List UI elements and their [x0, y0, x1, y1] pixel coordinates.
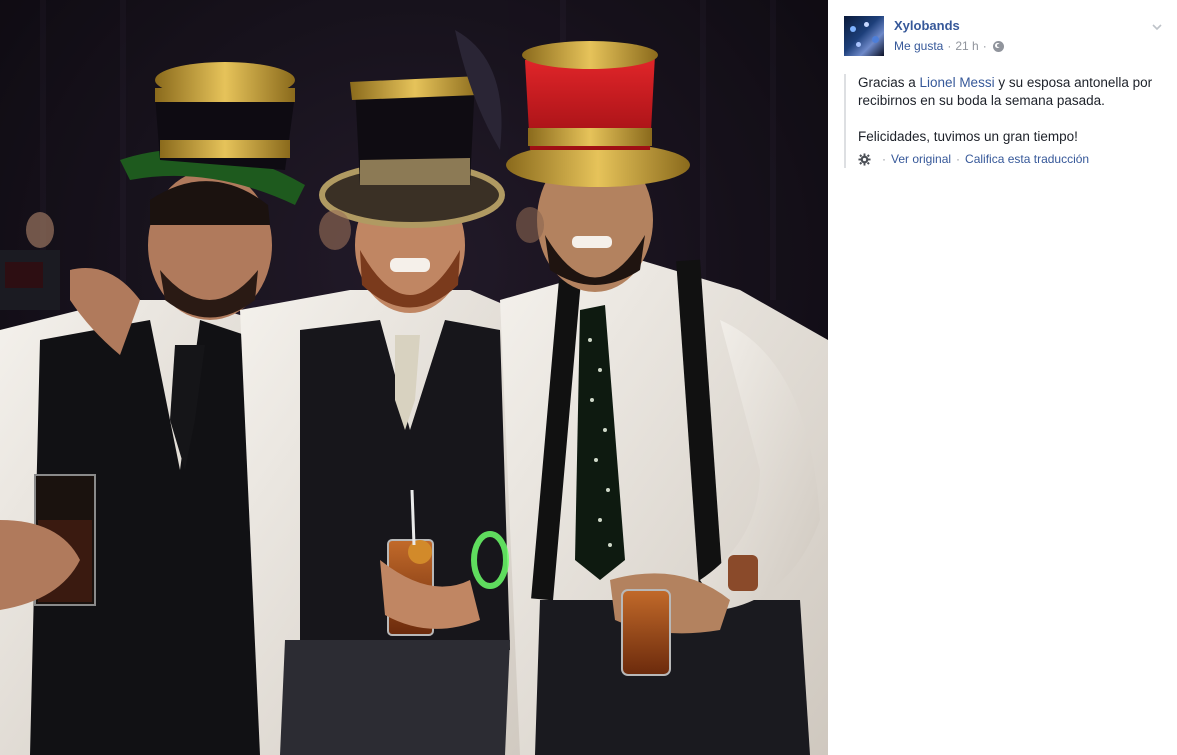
meta-separator: · [947, 39, 952, 53]
like-page-link[interactable]: Me gusta [894, 39, 943, 53]
globe-icon [992, 40, 1004, 52]
mention-link[interactable]: Lionel Messi [920, 75, 995, 90]
text-before-mention: Gracias a [858, 75, 920, 90]
post-paragraph-2: Felicidades, tuvimos un gran tiempo! [858, 129, 1078, 144]
translation-separator: · [956, 152, 961, 166]
post-side-panel: Xylobands Me gusta · 21 h · Gracias a Li… [828, 0, 1177, 755]
page-name-link[interactable]: Xylobands [894, 18, 960, 33]
post-header: Xylobands Me gusta · 21 h · [844, 16, 1164, 58]
translation-bar: · Ver original · Califica esta traducció… [858, 150, 1166, 168]
gear-icon[interactable] [858, 152, 871, 166]
post-meta: Me gusta · 21 h · [894, 39, 1004, 53]
see-original-link[interactable]: Ver original [891, 150, 951, 168]
chevron-down-icon[interactable] [1150, 20, 1164, 34]
party-photo-image [0, 0, 828, 755]
post-timestamp[interactable]: 21 h [955, 39, 978, 53]
post-paragraph-1: Gracias a Lionel Messi y su esposa anton… [858, 74, 1166, 110]
page-avatar[interactable] [844, 16, 884, 56]
post-photo[interactable] [0, 0, 828, 755]
post-text: Gracias a Lionel Messi y su esposa anton… [844, 74, 1166, 168]
meta-separator: · [982, 39, 987, 53]
translation-separator: · [882, 152, 886, 166]
rate-translation-link[interactable]: Califica esta traducción [965, 150, 1089, 168]
